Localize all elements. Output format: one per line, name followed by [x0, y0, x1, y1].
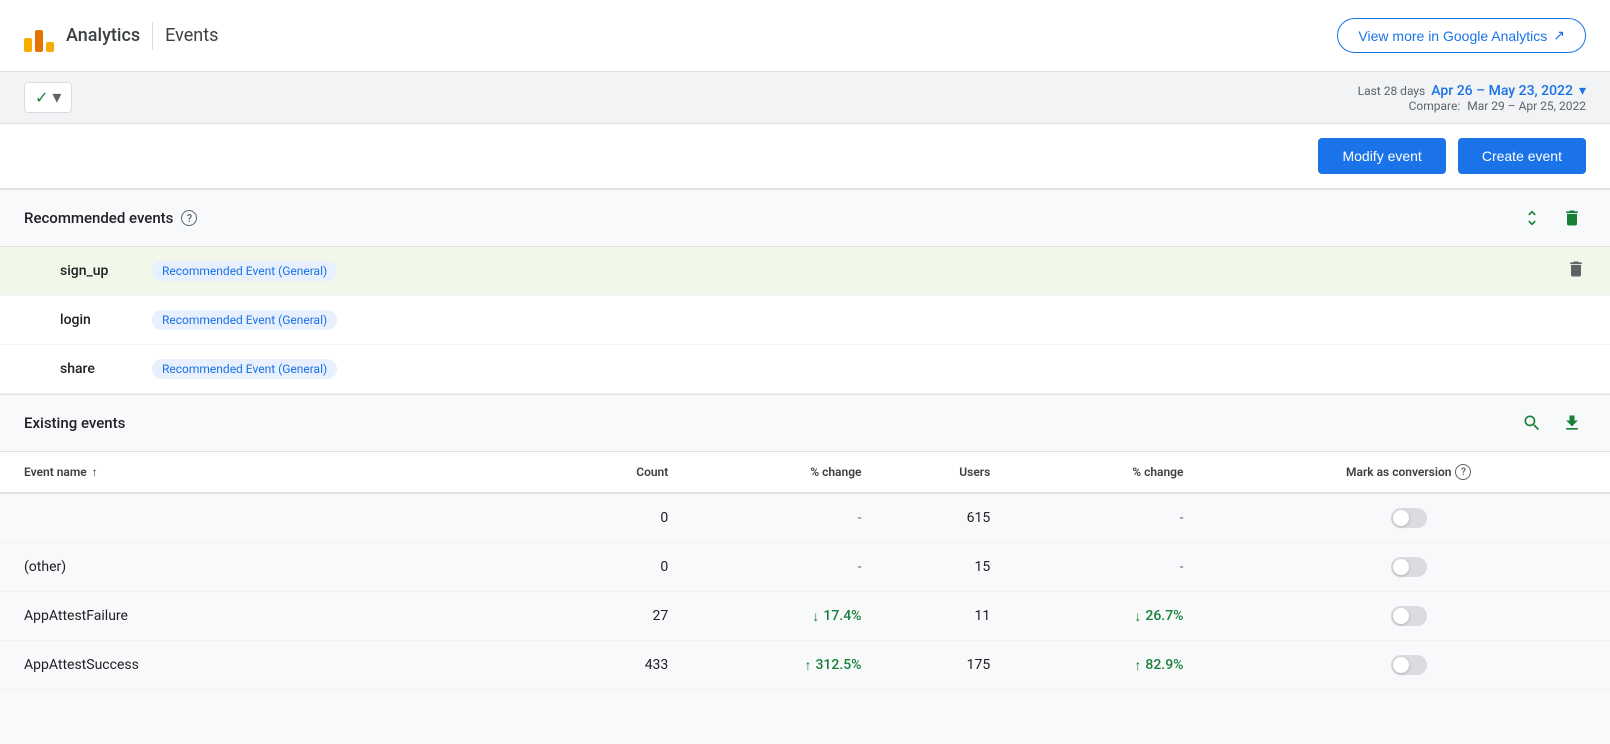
event-name-login: login: [60, 312, 140, 328]
cell-count-1: 0: [564, 543, 693, 592]
header-divider: [152, 22, 153, 50]
cell-conversion-2[interactable]: [1207, 592, 1610, 641]
event-name-share: share: [60, 361, 140, 377]
cell-conversion-0[interactable]: [1207, 493, 1610, 543]
cell-event-name-3: AppAttestSuccess: [0, 641, 564, 690]
conversion-help-icon[interactable]: ?: [1455, 464, 1471, 480]
logo-bar-1: [24, 38, 32, 52]
cell-users-1: 15: [885, 543, 1014, 592]
existing-section-header: Existing events: [0, 394, 1610, 452]
filter-button[interactable]: ✓ ▾: [24, 82, 72, 113]
cell-count-change-3: ↑312.5%: [692, 641, 885, 690]
cell-users-2: 11: [885, 592, 1014, 641]
cell-users-change-3: ↑82.9%: [1014, 641, 1207, 690]
event-tag-share: Recommended Event (General): [152, 359, 337, 379]
existing-events-title-group: Existing events: [24, 414, 125, 432]
cell-count-2: 27: [564, 592, 693, 641]
download-icon-button[interactable]: [1558, 409, 1586, 437]
recommended-section-actions: [1518, 204, 1586, 232]
date-range-row: Last 28 days Apr 26 – May 23, 2022 ▾: [1358, 83, 1586, 99]
header-events-title: Events: [165, 25, 218, 46]
cell-users-3: 175: [885, 641, 1014, 690]
th-mark-conversion-label: Mark as conversion: [1346, 465, 1451, 479]
delete-icon-button[interactable]: [1558, 204, 1586, 232]
cell-count-change-1: -: [692, 543, 885, 592]
th-count: Count: [564, 452, 693, 493]
cell-users-change-1: -: [1014, 543, 1207, 592]
th-count-change: % change: [692, 452, 885, 493]
chevron-down-icon: ▾: [52, 87, 61, 108]
toolbar-left: ✓ ▾: [24, 82, 72, 113]
analytics-logo: [24, 20, 54, 52]
download-svg-icon: [1562, 413, 1582, 433]
event-row-login: login Recommended Event (General): [0, 296, 1610, 345]
date-range-value[interactable]: Apr 26 – May 23, 2022: [1431, 83, 1573, 99]
cell-event-name-2: AppAttestFailure: [0, 592, 564, 641]
modify-event-button[interactable]: Modify event: [1318, 138, 1445, 174]
compare-label: Compare:: [1409, 99, 1461, 113]
th-mark-conversion: Mark as conversion ?: [1207, 452, 1610, 493]
conversion-toggle-2[interactable]: [1391, 606, 1427, 626]
table-row: 0-615-: [0, 493, 1610, 543]
compare-range: Mar 29 – Apr 25, 2022: [1467, 99, 1586, 113]
create-event-button[interactable]: Create event: [1458, 138, 1586, 174]
cell-count-3: 433: [564, 641, 693, 690]
sort-icon-button[interactable]: [1518, 204, 1546, 232]
header-left: Analytics Events: [24, 20, 218, 52]
event-row-share: share Recommended Event (General): [0, 345, 1610, 394]
event-name-signup: sign_up: [60, 263, 140, 279]
table-row: AppAttestSuccess433↑312.5%175↑82.9%: [0, 641, 1610, 690]
trash-svg-icon: [1562, 208, 1582, 228]
event-tag-signup: Recommended Event (General): [152, 261, 337, 281]
last-days-label: Last 28 days: [1358, 84, 1426, 98]
date-dropdown-icon[interactable]: ▾: [1579, 83, 1586, 99]
th-event-name[interactable]: Event name ↑: [0, 452, 564, 493]
toolbar-right: Last 28 days Apr 26 – May 23, 2022 ▾ Com…: [1358, 83, 1586, 113]
external-link-icon: ↗: [1553, 27, 1565, 44]
events-table: Event name ↑ Count % change Users % chan…: [0, 452, 1610, 690]
conversion-toggle-0[interactable]: [1391, 508, 1427, 528]
header-analytics-title: Analytics: [66, 25, 140, 46]
sort-svg-icon: [1522, 208, 1542, 228]
recommended-title-group: Recommended events ?: [24, 209, 197, 227]
th-users-change: % change: [1014, 452, 1207, 493]
checkmark-icon: ✓: [35, 88, 48, 108]
search-icon-button[interactable]: [1518, 409, 1546, 437]
table-header-row: Event name ↑ Count % change Users % chan…: [0, 452, 1610, 493]
cell-event-name-1: (other): [0, 543, 564, 592]
cell-conversion-3[interactable]: [1207, 641, 1610, 690]
cell-count-0: 0: [564, 493, 693, 543]
cell-event-name-0: [0, 493, 564, 543]
delete-row-signup-icon[interactable]: [1566, 259, 1586, 283]
cell-count-change-2: ↓17.4%: [692, 592, 885, 641]
cell-users-change-0: -: [1014, 493, 1207, 543]
view-more-label: View more in Google Analytics: [1358, 28, 1547, 44]
cell-users-0: 615: [885, 493, 1014, 543]
cell-users-change-2: ↓26.7%: [1014, 592, 1207, 641]
cell-conversion-1[interactable]: [1207, 543, 1610, 592]
date-compare-row: Compare: Mar 29 – Apr 25, 2022: [1409, 99, 1586, 113]
th-users: Users: [885, 452, 1014, 493]
sort-asc-icon: ↑: [92, 465, 98, 479]
search-svg-icon: [1522, 413, 1542, 433]
recommended-help-icon[interactable]: ?: [181, 210, 197, 226]
logo-bar-3: [46, 42, 54, 52]
app-header: Analytics Events View more in Google Ana…: [0, 0, 1610, 72]
event-tag-login: Recommended Event (General): [152, 310, 337, 330]
event-row-signup: sign_up Recommended Event (General): [0, 247, 1610, 296]
existing-section-actions: [1518, 409, 1586, 437]
table-row: (other)0-15-: [0, 543, 1610, 592]
th-event-name-label: Event name: [24, 465, 87, 479]
logo-bar-2: [35, 30, 43, 52]
conversion-toggle-1[interactable]: [1391, 557, 1427, 577]
table-row: AppAttestFailure27↓17.4%11↓26.7%: [0, 592, 1610, 641]
recommended-section-header: Recommended events ?: [0, 189, 1610, 247]
recommended-events-title: Recommended events: [24, 209, 173, 227]
view-more-button[interactable]: View more in Google Analytics ↗: [1337, 18, 1586, 53]
cell-count-change-0: -: [692, 493, 885, 543]
action-row: Modify event Create event: [0, 124, 1610, 189]
conversion-toggle-3[interactable]: [1391, 655, 1427, 675]
toolbar: ✓ ▾ Last 28 days Apr 26 – May 23, 2022 ▾…: [0, 72, 1610, 124]
existing-events-title: Existing events: [24, 414, 125, 432]
